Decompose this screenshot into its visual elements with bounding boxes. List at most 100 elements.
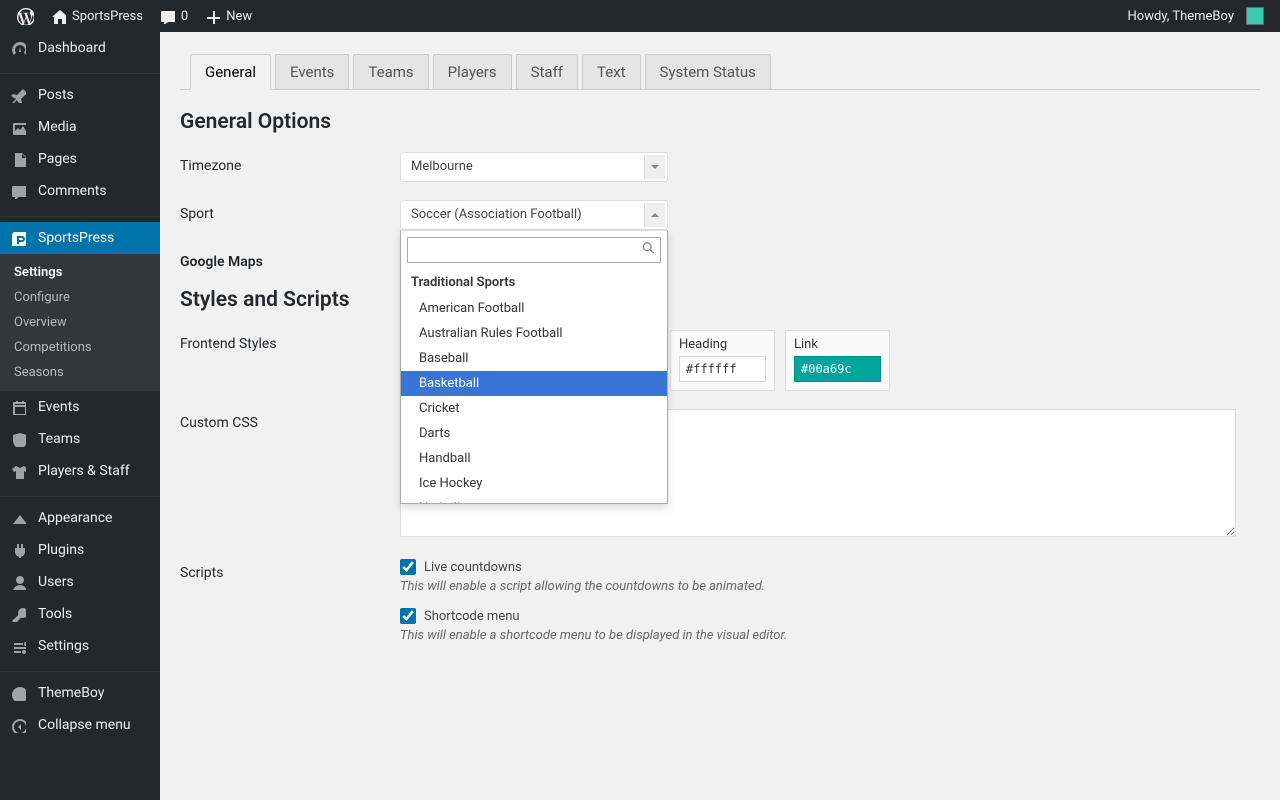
- wp-logo[interactable]: [8, 0, 42, 32]
- my-account[interactable]: Howdy, ThemeBoy: [1120, 0, 1272, 32]
- sidebar-item-settings[interactable]: Settings: [0, 630, 160, 662]
- sidebar-item-dashboard[interactable]: Dashboard: [0, 32, 160, 64]
- tab-text[interactable]: Text: [582, 54, 641, 89]
- admin-toolbar: SportsPress 0 New Howdy, ThemeBoy: [0, 0, 1280, 32]
- content-area: GeneralEventsTeamsPlayersStaffTextSystem…: [160, 0, 1280, 800]
- sport-search-input[interactable]: [407, 237, 661, 263]
- sidebar-submenu: SettingsConfigureOverviewCompetitionsSea…: [0, 254, 160, 391]
- comments-link[interactable]: 0: [151, 0, 196, 32]
- sport-option-cricket[interactable]: Cricket: [401, 396, 667, 421]
- collapse-icon: [10, 717, 30, 733]
- row-sport: Sport Soccer (Association Football): [180, 200, 1260, 230]
- sidebar-item-label: Comments: [38, 183, 107, 199]
- sidebar-item-label: ThemeBoy: [38, 685, 104, 701]
- sport-option-netball[interactable]: Netball: [401, 496, 667, 503]
- sidebar-item-label: Settings: [38, 638, 89, 654]
- sidebar-item-sportspress[interactable]: SportsPress: [0, 222, 160, 254]
- new-label: New: [226, 9, 252, 24]
- sidebar-item-themeboy[interactable]: ThemeBoy: [0, 677, 160, 709]
- sportspress-icon: [10, 230, 30, 246]
- sidebar-item-label: Posts: [38, 87, 74, 103]
- script-checkbox-0[interactable]: [400, 559, 416, 575]
- sidebar-item-posts[interactable]: Posts: [0, 79, 160, 111]
- sidebar-item-plugins[interactable]: Plugins: [0, 534, 160, 566]
- sidebar-item-label: Teams: [38, 431, 80, 447]
- sidebar-item-teams[interactable]: Teams: [0, 423, 160, 455]
- swatch-label: Heading: [679, 337, 766, 352]
- page-heading: General Options: [180, 110, 1260, 134]
- sidebar-item-label: Pages: [38, 151, 77, 167]
- timezone-select[interactable]: Melbourne: [400, 152, 668, 182]
- sidebar-item-appearance[interactable]: Appearance: [0, 502, 160, 534]
- sport-option-ice-hockey[interactable]: Ice Hockey: [401, 471, 667, 496]
- sidebar-subitem-seasons[interactable]: Seasons: [0, 360, 160, 385]
- sport-option-australian-rules-football[interactable]: Australian Rules Football: [401, 321, 667, 346]
- tab-staff[interactable]: Staff: [516, 54, 578, 89]
- media-icon: [10, 119, 30, 135]
- sidebar-item-collapse-menu[interactable]: Collapse menu: [0, 709, 160, 741]
- sport-option-american-football[interactable]: American Football: [401, 296, 667, 321]
- sidebar-item-events[interactable]: Events: [0, 391, 160, 423]
- sidebar-item-label: Collapse menu: [38, 717, 131, 733]
- tab-general[interactable]: General: [190, 54, 271, 90]
- tab-players[interactable]: Players: [433, 54, 512, 89]
- sidebar-item-label: Dashboard: [38, 40, 106, 56]
- row-scripts: Scripts Live countdowns This will enable…: [180, 559, 1260, 657]
- swatch-label: Link: [794, 337, 881, 352]
- settings-icon: [10, 638, 30, 654]
- sidebar-item-label: Players & Staff: [38, 463, 130, 479]
- sidebar-item-label: SportsPress: [38, 230, 114, 246]
- plugin-icon: [10, 542, 30, 558]
- color-swatch-link[interactable]: Link #00a69c: [785, 330, 890, 391]
- sport-option-darts[interactable]: Darts: [401, 421, 667, 446]
- sport-option-handball[interactable]: Handball: [401, 446, 667, 471]
- sidebar-item-pages[interactable]: Pages: [0, 143, 160, 175]
- row-timezone: Timezone Melbourne: [180, 152, 1260, 182]
- row-frontend-styles: Frontend Styles 2e46 Heading #ffffffLink…: [180, 330, 1260, 391]
- pin-icon: [10, 87, 30, 103]
- sidebar-item-label: Plugins: [38, 542, 84, 558]
- calendar-icon: [10, 399, 30, 415]
- swatch-value: #00a69c: [794, 356, 881, 382]
- sidebar-item-label: Users: [38, 574, 74, 590]
- sidebar-item-label: Tools: [38, 606, 72, 622]
- sidebar-subitem-overview[interactable]: Overview: [0, 310, 160, 335]
- sport-select[interactable]: Soccer (Association Football) Traditiona…: [400, 200, 668, 230]
- sidebar-item-comments[interactable]: Comments: [0, 175, 160, 207]
- home-icon: [50, 8, 66, 24]
- styles-scripts-heading: Styles and Scripts: [180, 288, 1260, 312]
- tab-system-status[interactable]: System Status: [645, 54, 771, 89]
- color-swatch-heading[interactable]: Heading #ffffff: [670, 330, 775, 391]
- new-content-link[interactable]: New: [196, 0, 260, 32]
- swatch-value: #ffffff: [679, 356, 766, 382]
- search-icon: [642, 242, 655, 259]
- sidebar-item-players-staff[interactable]: Players & Staff: [0, 455, 160, 487]
- sport-option-baseball[interactable]: Baseball: [401, 346, 667, 371]
- frontend-styles-label: Frontend Styles: [180, 330, 400, 352]
- custom-css-label: Custom CSS: [180, 409, 400, 431]
- site-link[interactable]: SportsPress: [42, 0, 151, 32]
- sidebar-item-users[interactable]: Users: [0, 566, 160, 598]
- sidebar-subitem-settings[interactable]: Settings: [0, 260, 160, 285]
- script-label: Live countdowns: [424, 560, 522, 575]
- google-maps-label: Google Maps: [180, 248, 400, 270]
- sidebar-subitem-configure[interactable]: Configure: [0, 285, 160, 310]
- script-checkbox-1[interactable]: [400, 608, 416, 624]
- tab-teams[interactable]: Teams: [353, 54, 428, 89]
- script-option-0[interactable]: Live countdowns: [400, 559, 1260, 575]
- tab-events[interactable]: Events: [275, 54, 349, 89]
- script-label: Shortcode menu: [424, 609, 520, 624]
- script-option-1[interactable]: Shortcode menu: [400, 608, 1260, 624]
- sidebar-item-label: Appearance: [38, 510, 112, 526]
- comment-icon: [159, 8, 175, 24]
- sidebar-item-media[interactable]: Media: [0, 111, 160, 143]
- appearance-icon: [10, 510, 30, 526]
- sidebar-item-tools[interactable]: Tools: [0, 598, 160, 630]
- dropdown-group-label: Traditional Sports: [401, 269, 667, 296]
- sidebar-subitem-competitions[interactable]: Competitions: [0, 335, 160, 360]
- comment-icon: [10, 183, 30, 199]
- sport-option-basketball[interactable]: Basketball: [401, 371, 667, 396]
- scripts-label: Scripts: [180, 559, 400, 581]
- timezone-value: Melbourne: [411, 159, 473, 174]
- sidebar-item-label: Events: [38, 399, 79, 415]
